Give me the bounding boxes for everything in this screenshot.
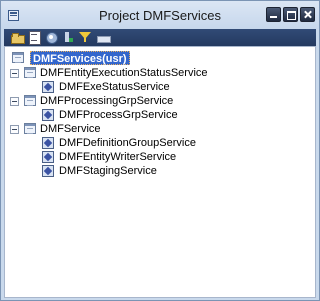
collapse-icon[interactable] — [10, 125, 19, 134]
tree-item-label: DMFDefinitionGroupService — [59, 137, 196, 149]
project-icon — [12, 52, 24, 63]
service-class-icon — [42, 81, 54, 93]
tree-group[interactable]: DMFService — [9, 123, 299, 136]
tree-root[interactable]: DMFServices(usr) — [9, 51, 209, 65]
tree-group-label: DMFService — [40, 123, 101, 135]
service-group-icon — [24, 123, 36, 134]
service-class-icon — [42, 137, 54, 149]
open-folder-icon[interactable] — [11, 31, 25, 44]
tree-item-label: DMFStagingService — [59, 165, 157, 177]
tree-item[interactable]: DMFExeStatusService — [9, 81, 299, 94]
service-class-icon — [42, 109, 54, 121]
project-tree: DMFServices(usr) DMFEntityExecutionStatu… — [4, 46, 316, 298]
tree-root-label: DMFServices(usr) — [30, 51, 130, 65]
filter-icon[interactable] — [79, 31, 92, 43]
minimize-button[interactable] — [266, 7, 281, 22]
run-icon[interactable] — [62, 31, 75, 43]
service-group-icon — [24, 95, 36, 106]
service-group-icon — [24, 67, 36, 78]
tree-item[interactable]: DMFEntityWriterService — [9, 151, 299, 164]
maximize-button[interactable] — [283, 7, 298, 22]
tree-item-label: DMFProcessGrpService — [59, 109, 178, 121]
service-class-icon — [42, 165, 54, 177]
tree-item[interactable]: DMFProcessGrpService — [9, 109, 299, 122]
tree-item[interactable]: DMFStagingService — [9, 165, 299, 178]
service-class-icon — [42, 151, 54, 163]
project-group-icon[interactable] — [96, 31, 111, 43]
compile-icon[interactable] — [45, 31, 58, 44]
tree-group[interactable]: DMFEntityExecutionStatusService — [9, 67, 299, 80]
close-button[interactable] — [300, 7, 315, 22]
tree-item-label: DMFEntityWriterService — [59, 151, 177, 163]
collapse-icon[interactable] — [10, 69, 19, 78]
tree-item-label: DMFExeStatusService — [59, 81, 170, 93]
tree-group[interactable]: DMFProcessingGrpService — [9, 95, 299, 108]
title-bar[interactable]: Project DMFServices — [1, 1, 319, 29]
properties-icon[interactable] — [28, 31, 41, 45]
tree-group-label: DMFEntityExecutionStatusService — [40, 67, 208, 79]
collapse-icon[interactable] — [10, 97, 19, 106]
toolbar — [4, 29, 316, 46]
tree-item[interactable]: DMFDefinitionGroupService — [9, 137, 299, 150]
project-window: Project DMFServices DMFServices(usr) DMF… — [0, 0, 320, 301]
tree-group-label: DMFProcessingGrpService — [40, 95, 174, 107]
